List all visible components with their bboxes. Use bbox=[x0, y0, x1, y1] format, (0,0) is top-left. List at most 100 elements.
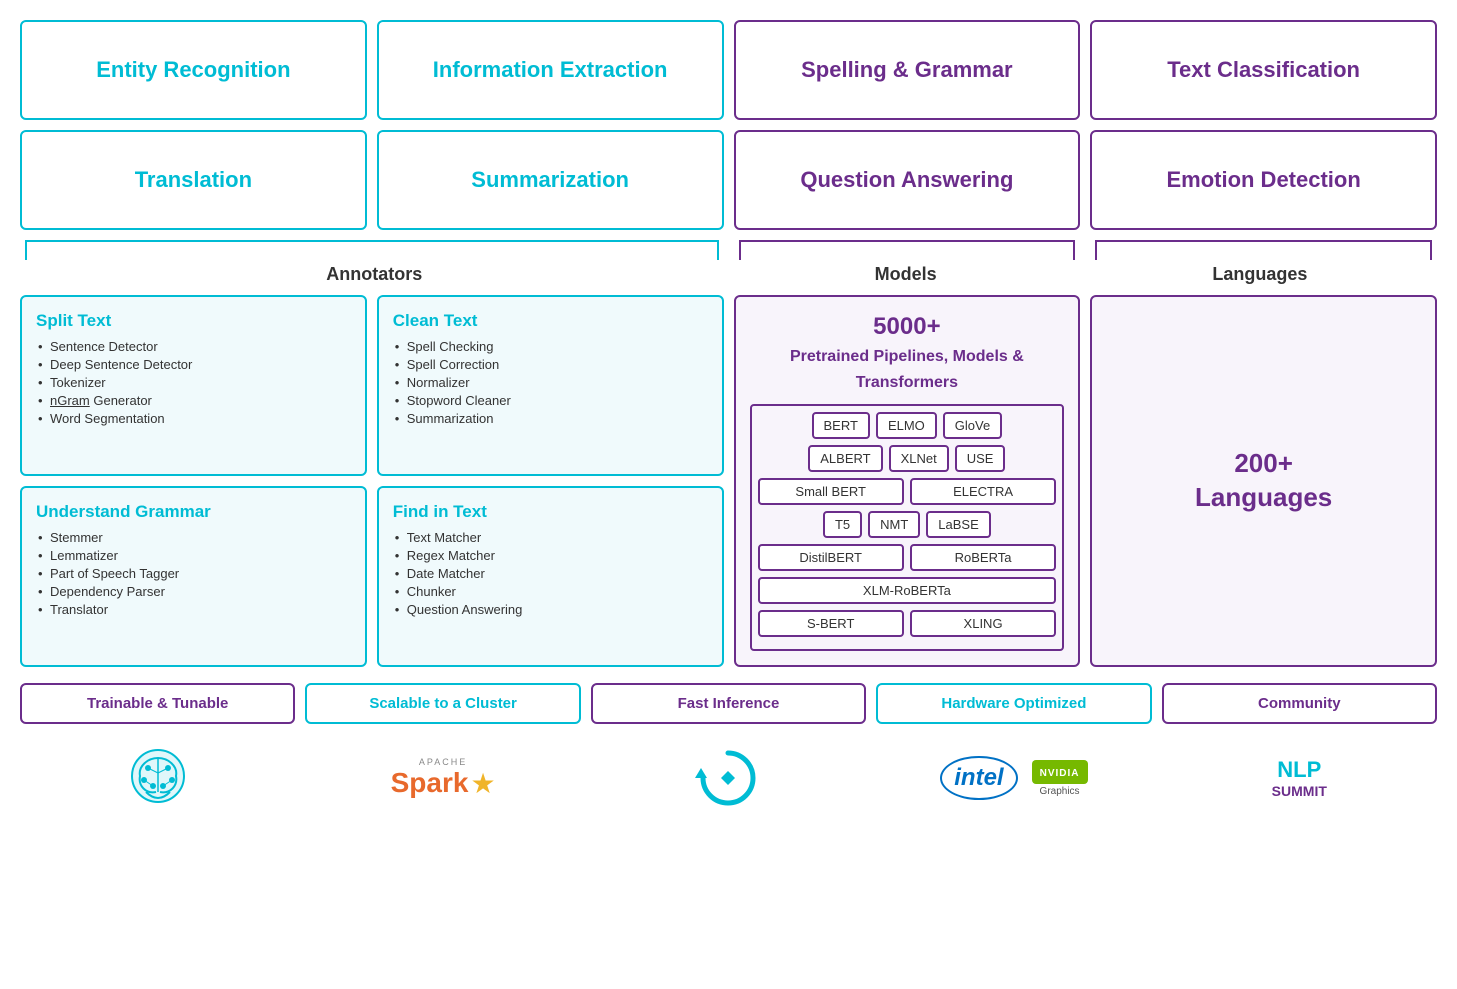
main-wrapper: Entity Recognition Information Extractio… bbox=[20, 20, 1437, 818]
models-block: 5000+ Pretrained Pipelines, Models & Tra… bbox=[734, 295, 1081, 667]
clean-text-title: Clean Text bbox=[393, 311, 708, 331]
list-item: Text Matcher bbox=[393, 530, 708, 545]
model-small-bert: Small BERT bbox=[758, 478, 904, 505]
model-albert: ALBERT bbox=[808, 445, 882, 472]
brain-icon bbox=[118, 738, 198, 818]
middle-section: Split Text Sentence Detector Deep Senten… bbox=[20, 295, 1437, 667]
model-roberta: RoBERTa bbox=[910, 544, 1056, 571]
nvidia-logo: NVIDIA Graphics bbox=[1032, 760, 1088, 797]
nlp-summit-logo: NLP SUMMIT bbox=[1272, 757, 1327, 799]
list-item: Lemmatizer bbox=[36, 548, 351, 563]
card-text-classification[interactable]: Text Classification bbox=[1090, 20, 1437, 120]
intel-logo: intel bbox=[940, 756, 1017, 800]
languages-block: 200+ Languages bbox=[1090, 295, 1437, 667]
bottom-badges: Trainable & Tunable Scalable to a Cluste… bbox=[20, 683, 1437, 724]
list-item: Deep Sentence Detector bbox=[36, 357, 351, 372]
top-grid-row1: Entity Recognition Information Extractio… bbox=[20, 20, 1437, 120]
model-row: S-BERT XLING bbox=[758, 610, 1057, 637]
list-item: Regex Matcher bbox=[393, 548, 708, 563]
model-use: USE bbox=[955, 445, 1006, 472]
list-item: Spell Checking bbox=[393, 339, 708, 354]
model-nmt: NMT bbox=[868, 511, 920, 538]
card-split-text: Split Text Sentence Detector Deep Senten… bbox=[20, 295, 367, 476]
list-item: Stopword Cleaner bbox=[393, 393, 708, 408]
card-translation[interactable]: Translation bbox=[20, 130, 367, 230]
model-elmo: ELMO bbox=[876, 412, 937, 439]
list-item: Date Matcher bbox=[393, 566, 708, 581]
card-entity-recognition[interactable]: Entity Recognition bbox=[20, 20, 367, 120]
annotators-block: Split Text Sentence Detector Deep Senten… bbox=[20, 295, 724, 667]
badge-hardware[interactable]: Hardware Optimized bbox=[876, 683, 1151, 724]
annotators-bracket bbox=[25, 240, 719, 260]
languages-count: 200+ Languages bbox=[1195, 447, 1332, 515]
models-title: 5000+ Pretrained Pipelines, Models & Tra… bbox=[750, 311, 1065, 394]
list-item: Part of Speech Tagger bbox=[36, 566, 351, 581]
model-distilbert: DistilBERT bbox=[758, 544, 904, 571]
model-xlnet: XLNet bbox=[889, 445, 949, 472]
list-item: Spell Correction bbox=[393, 357, 708, 372]
brain-logo-cell bbox=[20, 738, 295, 818]
spark-text: Spark bbox=[391, 767, 469, 799]
list-item: Word Segmentation bbox=[36, 411, 351, 426]
hardware-logos-cell: intel NVIDIA Graphics bbox=[876, 738, 1151, 818]
card-spelling-grammar[interactable]: Spelling & Grammar bbox=[734, 20, 1081, 120]
card-information-extraction[interactable]: Information Extraction bbox=[377, 20, 724, 120]
model-row: Small BERT ELECTRA bbox=[758, 478, 1057, 505]
badge-scalable[interactable]: Scalable to a Cluster bbox=[305, 683, 580, 724]
model-bert: BERT bbox=[812, 412, 870, 439]
nlp-summit-cell: NLP SUMMIT bbox=[1162, 738, 1437, 818]
card-question-answering[interactable]: Question Answering bbox=[734, 130, 1081, 230]
badge-fast-inference[interactable]: Fast Inference bbox=[591, 683, 866, 724]
spark-star-icon: ★ bbox=[470, 767, 495, 800]
list-item: Stemmer bbox=[36, 530, 351, 545]
model-row: XLM-RoBERTa bbox=[758, 577, 1057, 604]
model-row: ALBERT XLNet USE bbox=[758, 445, 1057, 472]
split-text-list: Sentence Detector Deep Sentence Detector… bbox=[36, 339, 351, 426]
clean-text-list: Spell Checking Spell Correction Normaliz… bbox=[393, 339, 708, 426]
inference-logo-cell bbox=[591, 738, 866, 818]
languages-bracket bbox=[1095, 240, 1432, 260]
list-item: Summarization bbox=[393, 411, 708, 426]
models-inner-grid: BERT ELMO GloVe ALBERT XLNet USE Small B… bbox=[750, 404, 1065, 651]
list-item: Translator bbox=[36, 602, 351, 617]
card-clean-text: Clean Text Spell Checking Spell Correcti… bbox=[377, 295, 724, 476]
list-item: Tokenizer bbox=[36, 375, 351, 390]
model-xling: XLING bbox=[910, 610, 1056, 637]
model-row: DistilBERT RoBERTa bbox=[758, 544, 1057, 571]
top-grid-row2: Translation Summarization Question Answe… bbox=[20, 130, 1437, 230]
list-item: Dependency Parser bbox=[36, 584, 351, 599]
inference-icon bbox=[693, 743, 763, 813]
find-in-text-title: Find in Text bbox=[393, 502, 708, 522]
card-emotion-detection[interactable]: Emotion Detection bbox=[1090, 130, 1437, 230]
model-row: T5 NMT LaBSE bbox=[758, 511, 1057, 538]
card-summarization[interactable]: Summarization bbox=[377, 130, 724, 230]
spark-logo: APACHE Spark ★ bbox=[391, 757, 496, 800]
spark-apache-text: APACHE bbox=[419, 757, 467, 767]
find-in-text-list: Text Matcher Regex Matcher Date Matcher … bbox=[393, 530, 708, 617]
models-bracket bbox=[739, 240, 1076, 260]
models-label: Models bbox=[729, 264, 1083, 285]
model-xlm-roberta: XLM-RoBERTa bbox=[758, 577, 1057, 604]
bracket-row bbox=[20, 240, 1437, 260]
badge-trainable[interactable]: Trainable & Tunable bbox=[20, 683, 295, 724]
model-labse: LaBSE bbox=[926, 511, 990, 538]
logos-row: APACHE Spark ★ intel NVIDIA Graph bbox=[20, 738, 1437, 818]
model-glove: GloVe bbox=[943, 412, 1002, 439]
split-text-title: Split Text bbox=[36, 311, 351, 331]
card-find-in-text: Find in Text Text Matcher Regex Matcher … bbox=[377, 486, 724, 667]
summit-text: SUMMIT bbox=[1272, 783, 1327, 799]
understand-grammar-title: Understand Grammar bbox=[36, 502, 351, 522]
list-item: Normalizer bbox=[393, 375, 708, 390]
model-sbert: S-BERT bbox=[758, 610, 904, 637]
model-row: BERT ELMO GloVe bbox=[758, 412, 1057, 439]
nlp-text: NLP bbox=[1272, 757, 1327, 783]
languages-label: Languages bbox=[1083, 264, 1437, 285]
section-labels: Annotators Models Languages bbox=[20, 264, 1437, 285]
spark-logo-cell: APACHE Spark ★ bbox=[305, 738, 580, 818]
model-electra: ELECTRA bbox=[910, 478, 1056, 505]
annotators-label: Annotators bbox=[20, 264, 729, 285]
list-item: nGram Generator bbox=[36, 393, 351, 408]
list-item: Chunker bbox=[393, 584, 708, 599]
badge-community[interactable]: Community bbox=[1162, 683, 1437, 724]
list-item: Sentence Detector bbox=[36, 339, 351, 354]
